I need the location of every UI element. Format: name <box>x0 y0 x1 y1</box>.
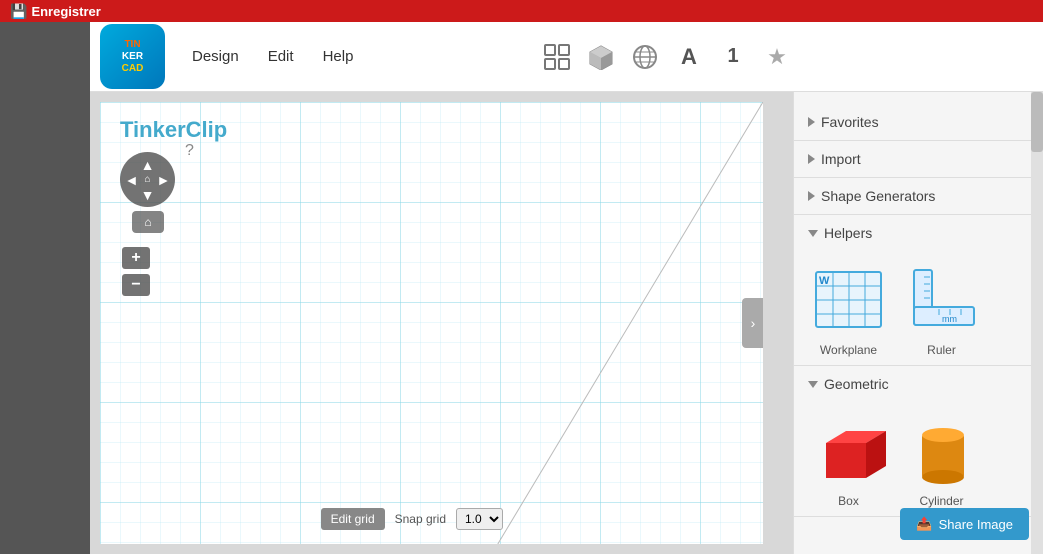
geometric-header[interactable]: Geometric <box>794 366 1043 402</box>
cylinder-thumb <box>902 410 982 490</box>
helpers-collapse-icon <box>808 230 818 237</box>
workplane-thumb: W <box>809 259 889 339</box>
project-title: TinkerClip <box>120 117 227 143</box>
geometric-label: Geometric <box>824 376 889 392</box>
bottom-controls: Edit grid Snap grid 1.0 0.5 2.0 <box>321 508 503 530</box>
panel-section-shape-generators: Shape Generators <box>794 178 1043 215</box>
edit-grid-button[interactable]: Edit grid <box>321 508 385 530</box>
nav-menu: Design Edit Help <box>180 43 365 70</box>
grid-svg <box>100 102 763 544</box>
globe-icon[interactable] <box>629 41 661 73</box>
right-panel: Favorites Import Shape Generators Helper… <box>793 92 1043 554</box>
home-icon: ⌂ <box>144 215 151 229</box>
toolbar-right: A 1 ★ <box>541 41 793 73</box>
helpers-label: Helpers <box>824 225 872 241</box>
nav-edit[interactable]: Edit <box>256 43 306 70</box>
share-image-button[interactable]: 📤 Share Image <box>900 508 1029 540</box>
ruler-thumb: mm <box>902 259 982 339</box>
compass-up-arrow: ▲ <box>125 158 171 172</box>
top-bar: 💾 Enregistrer <box>0 0 1043 22</box>
favorites-header[interactable]: Favorites <box>794 104 1043 140</box>
save-icon: 💾 <box>10 3 27 20</box>
svg-text:W: W <box>819 275 830 287</box>
scrollbar-thumb[interactable] <box>1031 92 1043 152</box>
share-label: Share Image <box>939 517 1013 532</box>
zoom-out-button[interactable]: − <box>122 274 150 296</box>
zoom-in-button[interactable]: + <box>122 247 150 269</box>
shape-gen-collapse-icon <box>808 191 815 201</box>
helpers-grid: W Workplane <box>794 251 1043 365</box>
navigation-controls: ▲ ◄ ⌂ ► ▼ ⌂ <box>120 152 175 233</box>
import-collapse-icon <box>808 154 815 164</box>
helpers-header[interactable]: Helpers <box>794 215 1043 251</box>
save-label: Enregistrer <box>31 4 100 19</box>
header: TIN KER CAD Design Edit Help <box>90 22 1043 92</box>
cylinder-label: Cylinder <box>919 494 963 508</box>
import-label: Import <box>821 151 861 167</box>
cylinder-shape[interactable]: Cylinder <box>899 410 984 508</box>
ruler-label: Ruler <box>927 343 956 357</box>
share-icon: 📤 <box>916 516 932 532</box>
home-button[interactable]: ⌂ <box>132 211 164 233</box>
workplane-shape[interactable]: W Workplane <box>806 259 891 357</box>
canvas-inner: TinkerClip ? ▲ ◄ ⌂ ► ▼ <box>100 102 763 544</box>
app-window: TIN KER CAD Design Edit Help <box>90 22 1043 554</box>
compass-control[interactable]: ▲ ◄ ⌂ ► ▼ <box>120 152 175 207</box>
snap-grid-label: Snap grid <box>395 512 446 526</box>
logo-text: TIN KER CAD <box>122 39 144 75</box>
compass-right-arrow: ► <box>157 172 171 188</box>
cube-icon[interactable] <box>585 41 617 73</box>
zoom-divider <box>122 271 150 272</box>
svg-text:mm: mm <box>942 314 957 324</box>
compass-center: ⌂ <box>144 174 150 185</box>
chevron-right-icon: › <box>751 315 756 331</box>
star-icon[interactable]: ★ <box>761 41 793 73</box>
help-hint[interactable]: ? <box>185 142 194 160</box>
shape-generators-label: Shape Generators <box>821 188 935 204</box>
nav-design[interactable]: Design <box>180 43 251 70</box>
number-1-icon[interactable]: 1 <box>717 41 749 73</box>
panel-section-helpers: Helpers <box>794 215 1043 366</box>
collapse-panel-button[interactable]: › <box>742 298 763 348</box>
grid-icon[interactable] <box>541 41 573 73</box>
compass-left-arrow: ◄ <box>125 172 139 188</box>
import-header[interactable]: Import <box>794 141 1043 177</box>
ruler-shape[interactable]: mm Ruler <box>899 259 984 357</box>
box-thumb <box>809 410 889 490</box>
canvas-area[interactable]: TinkerClip ? ▲ ◄ ⌂ ► ▼ <box>90 92 793 554</box>
zoom-controls: + − <box>122 247 150 296</box>
geometric-collapse-icon <box>808 381 818 388</box>
favorites-collapse-icon <box>808 117 815 127</box>
workplane-label: Workplane <box>820 343 877 357</box>
panel-section-favorites: Favorites <box>794 104 1043 141</box>
box-label: Box <box>838 494 859 508</box>
panel-section-import: Import <box>794 141 1043 178</box>
text-A-icon[interactable]: A <box>673 41 705 73</box>
panel-section-geometric: Geometric <box>794 366 1043 517</box>
nav-help[interactable]: Help <box>311 43 366 70</box>
box-shape[interactable]: Box <box>806 410 891 508</box>
compass-down-arrow: ▼ <box>125 188 171 202</box>
shape-generators-header[interactable]: Shape Generators <box>794 178 1043 214</box>
favorites-label: Favorites <box>821 114 879 130</box>
snap-grid-select[interactable]: 1.0 0.5 2.0 <box>456 508 503 530</box>
scrollbar[interactable] <box>1031 92 1043 554</box>
logo[interactable]: TIN KER CAD <box>100 24 165 89</box>
save-button[interactable]: 💾 Enregistrer <box>10 3 101 20</box>
geometric-grid: Box Cylind <box>794 402 1043 516</box>
